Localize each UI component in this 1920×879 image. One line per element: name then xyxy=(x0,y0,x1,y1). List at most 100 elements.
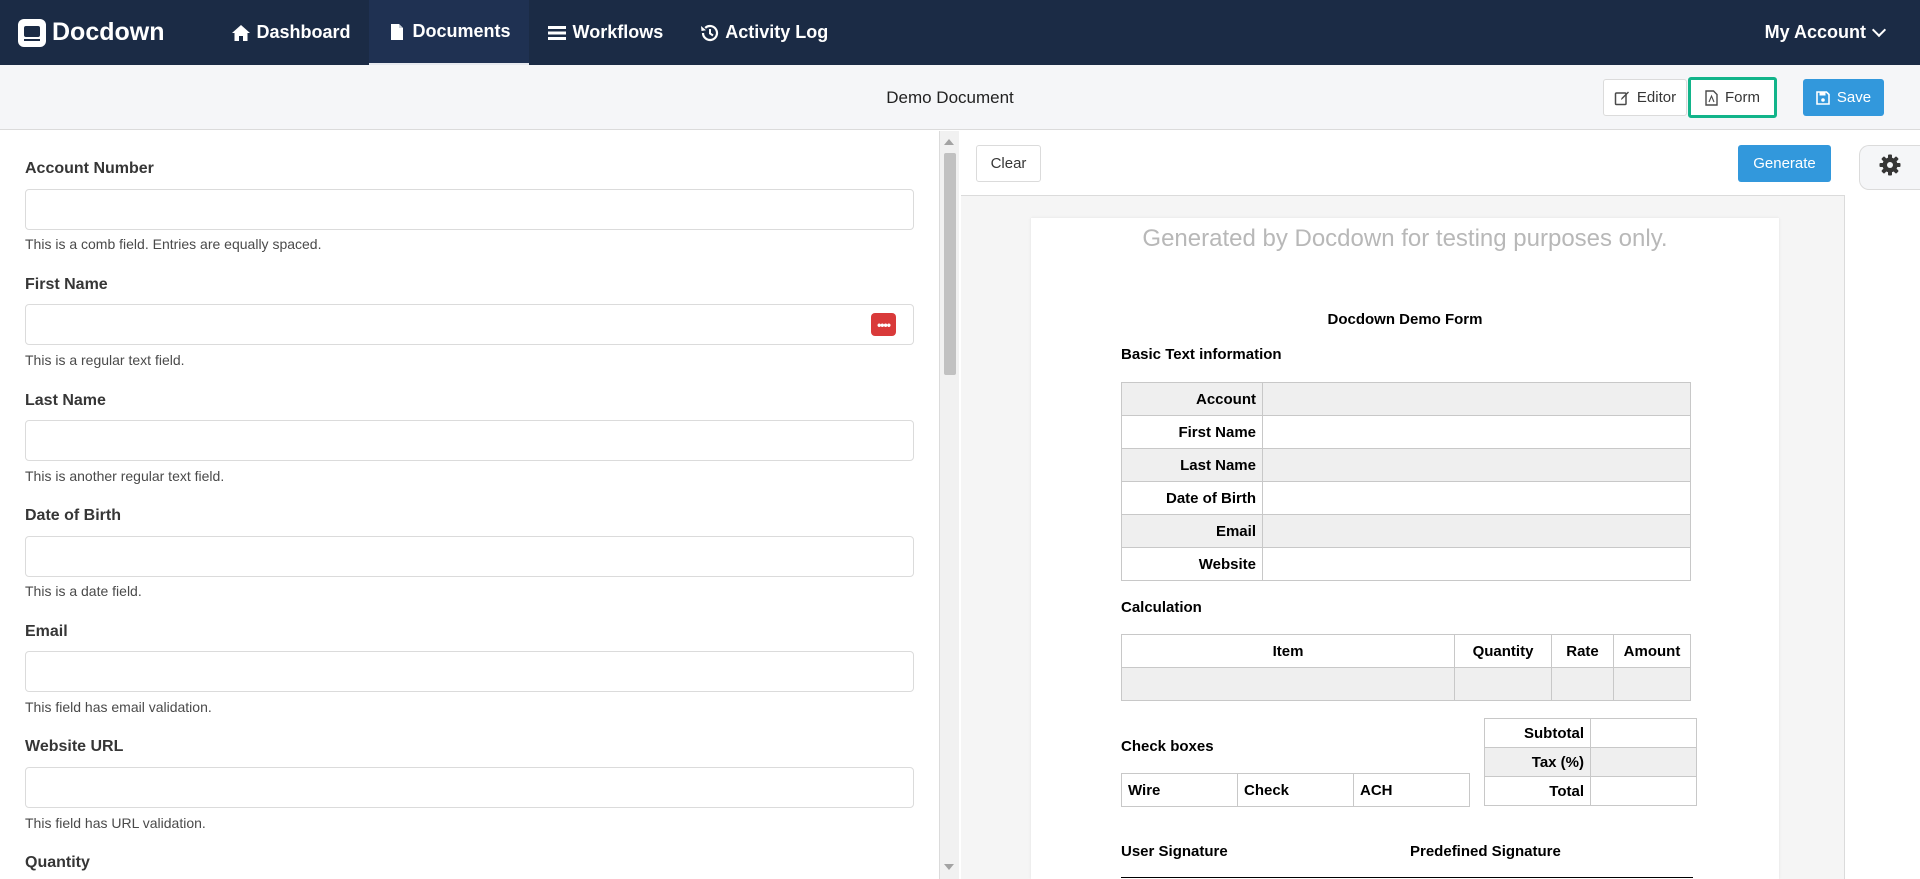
row-label-account: Account xyxy=(1121,382,1263,416)
nav-workflows[interactable]: Workflows xyxy=(529,0,682,65)
editor-button[interactable]: Editor xyxy=(1603,79,1687,116)
field-label: Account Number xyxy=(25,160,154,177)
total-value-cell[interactable] xyxy=(1590,776,1697,806)
save-label: Save xyxy=(1836,89,1872,106)
table-row: First Name xyxy=(1121,415,1691,449)
field-first-name: First Name •••• This is a regular text f… xyxy=(25,276,914,368)
first-name-input[interactable]: •••• xyxy=(25,304,914,345)
basic-info-table: Account First Name Last Name Date of Bir… xyxy=(1121,382,1691,581)
field-help: This is a date field. xyxy=(25,583,142,599)
nav-dashboard-label: Dashboard xyxy=(256,22,351,42)
form-label: Form xyxy=(1725,89,1760,106)
chevron-down-icon xyxy=(1871,22,1887,37)
tax-value-cell[interactable] xyxy=(1590,747,1697,777)
table-row: Website xyxy=(1121,547,1691,581)
tax-label: Tax (%) xyxy=(1484,747,1591,777)
generate-button[interactable]: Generate xyxy=(1738,145,1831,182)
field-label: First Name xyxy=(25,276,108,293)
account-label: My Account xyxy=(1764,22,1866,42)
pdf-form-title: Docdown Demo Form xyxy=(1327,311,1483,328)
pdf-preview-page: Generated by Docdown for testing purpose… xyxy=(1031,218,1779,879)
signature-line xyxy=(1121,877,1693,878)
last-name-value-cell[interactable] xyxy=(1262,448,1691,482)
field-label: Website URL xyxy=(25,738,124,755)
gear-icon xyxy=(1879,154,1901,181)
amount-cell[interactable] xyxy=(1613,667,1691,701)
field-account-number: Account Number This is a comb field. Ent… xyxy=(25,160,914,252)
table-row: Last Name xyxy=(1121,448,1691,482)
home-icon xyxy=(231,24,251,42)
col-header-quantity: Quantity xyxy=(1454,634,1552,668)
field-date-of-birth: Date of Birth This is a date field. xyxy=(25,507,914,599)
table-row: Date of Birth xyxy=(1121,481,1691,515)
col-header-item: Item xyxy=(1121,634,1455,668)
nav-workflows-label: Workflows xyxy=(572,22,664,42)
checkbox-ach[interactable]: ACH xyxy=(1353,773,1470,807)
field-help: This is another regular text field. xyxy=(25,468,225,484)
brand-logo[interactable]: Docdown xyxy=(18,18,165,47)
field-help: This field has URL validation. xyxy=(25,815,206,831)
rate-cell[interactable] xyxy=(1551,667,1614,701)
field-label: Last Name xyxy=(25,392,106,409)
date-of-birth-input[interactable] xyxy=(25,536,914,577)
calculation-heading: Calculation xyxy=(1121,599,1202,616)
table-header-row: Item Quantity Rate Amount xyxy=(1121,634,1691,668)
subtotal-value-cell[interactable] xyxy=(1590,718,1697,748)
scroll-down-arrow[interactable] xyxy=(944,864,954,870)
check-boxes-heading: Check boxes xyxy=(1121,738,1214,755)
first-name-value-cell[interactable] xyxy=(1262,415,1691,449)
table-row: Subtotal xyxy=(1484,718,1697,748)
save-icon xyxy=(1816,90,1830,105)
clear-button[interactable]: Clear xyxy=(976,145,1041,182)
basic-info-heading: Basic Text information xyxy=(1121,346,1282,363)
subtotal-label: Subtotal xyxy=(1484,718,1591,748)
field-help: This is a comb field. Entries are equall… xyxy=(25,236,322,252)
scrollbar-thumb[interactable] xyxy=(944,153,956,375)
field-help: This field has email validation. xyxy=(25,699,212,715)
row-label-website: Website xyxy=(1121,547,1263,581)
pdf-file-icon xyxy=(1705,89,1718,106)
table-row: Tax (%) xyxy=(1484,747,1697,777)
quantity-cell[interactable] xyxy=(1454,667,1552,701)
account-value-cell[interactable] xyxy=(1262,382,1691,416)
form-panel: Account Number This is a comb field. Ent… xyxy=(0,131,940,879)
account-menu[interactable]: My Account xyxy=(1764,0,1887,65)
editor-label: Editor xyxy=(1636,89,1677,106)
email-input[interactable] xyxy=(25,651,914,692)
predefined-signature-label: Predefined Signature xyxy=(1410,843,1561,860)
form-button[interactable]: Form xyxy=(1688,77,1777,118)
nav-documents[interactable]: Documents xyxy=(368,0,529,65)
table-row: Email xyxy=(1121,514,1691,548)
check-boxes-table: Wire Check ACH xyxy=(1121,773,1470,807)
row-label-first-name: First Name xyxy=(1121,415,1263,449)
nav-dashboard[interactable]: Dashboard xyxy=(213,0,369,65)
password-manager-icon[interactable]: •••• xyxy=(871,313,896,336)
docdown-logo-icon xyxy=(18,18,46,47)
account-number-input[interactable] xyxy=(25,189,914,230)
file-icon xyxy=(387,23,407,41)
nav-activity-log[interactable]: Activity Log xyxy=(681,0,846,65)
col-header-amount: Amount xyxy=(1613,634,1691,668)
brand-name: Docdown xyxy=(52,18,165,46)
field-label: Email xyxy=(25,623,68,640)
watermark-text: Generated by Docdown for testing purpose… xyxy=(1142,225,1668,252)
date-of-birth-value-cell[interactable] xyxy=(1262,481,1691,515)
row-label-last-name: Last Name xyxy=(1121,448,1263,482)
checkbox-check[interactable]: Check xyxy=(1237,773,1354,807)
field-quantity: Quantity xyxy=(25,854,914,872)
field-label: Quantity xyxy=(25,854,90,871)
settings-toggle[interactable] xyxy=(1859,145,1920,190)
website-value-cell[interactable] xyxy=(1262,547,1691,581)
nav-activity-log-label: Activity Log xyxy=(725,22,829,42)
history-icon xyxy=(699,24,719,42)
email-value-cell[interactable] xyxy=(1262,514,1691,548)
save-button[interactable]: Save xyxy=(1803,79,1884,116)
nav-documents-label: Documents xyxy=(412,21,511,41)
checkbox-wire[interactable]: Wire xyxy=(1121,773,1238,807)
edit-icon xyxy=(1614,90,1630,106)
field-last-name: Last Name This is another regular text f… xyxy=(25,392,914,484)
scroll-up-arrow[interactable] xyxy=(944,139,954,145)
last-name-input[interactable] xyxy=(25,420,914,461)
website-url-input[interactable] xyxy=(25,767,914,808)
item-cell[interactable] xyxy=(1121,667,1455,701)
